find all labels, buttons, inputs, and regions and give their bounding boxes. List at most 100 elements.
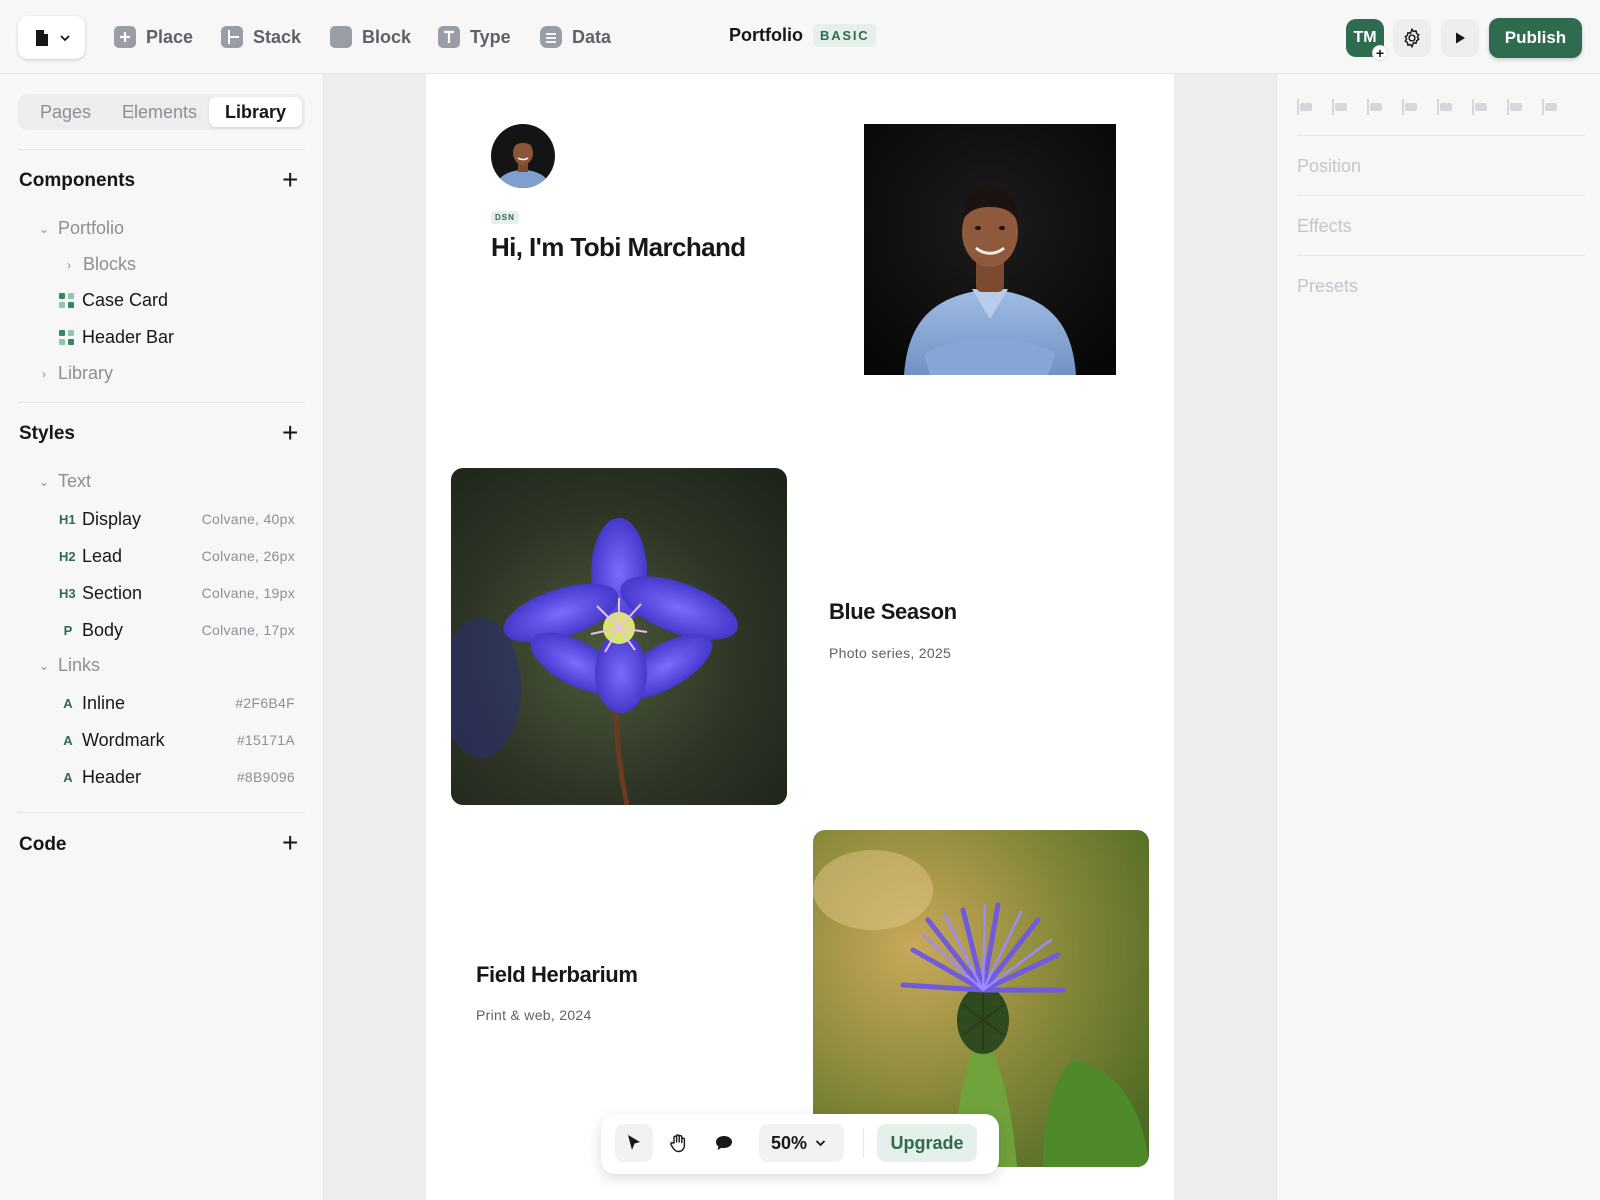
tree-item-library[interactable]: › Library (38, 363, 113, 384)
chevron-down-icon: ⌄ (38, 474, 50, 489)
zoom-value: 50% (771, 1132, 808, 1153)
style-tag: P (63, 622, 73, 638)
inspector-section-position[interactable]: Position (1297, 156, 1361, 177)
style-item-header[interactable]: A Header #8B9096 (59, 766, 295, 788)
avatar-initials: TM (1353, 29, 1377, 46)
plus-square-icon (114, 26, 136, 48)
tool-label: Block (362, 26, 412, 47)
style-item-body[interactable]: P Body Colvane, 17px (59, 619, 295, 641)
blue-season-image[interactable] (451, 468, 787, 805)
distribute-h-icon[interactable] (1507, 99, 1525, 115)
preview-play-button[interactable] (1441, 19, 1479, 57)
tree-item-header-bar[interactable]: Header Bar (59, 327, 174, 348)
style-tag: H2 (59, 548, 76, 564)
style-item-wordmark[interactable]: A Wordmark #15171A (59, 729, 295, 751)
align-bottom-icon[interactable] (1472, 99, 1490, 115)
divider (1297, 135, 1585, 136)
comment-tool-button[interactable] (705, 1124, 743, 1162)
style-item-display[interactable]: H1 Display Colvane, 40px (59, 508, 295, 530)
style-meta: Colvane, 26px (201, 548, 295, 564)
file-menu-button[interactable] (18, 16, 85, 59)
tree-item-links[interactable]: ⌄ Links (38, 655, 100, 676)
divider (863, 1128, 864, 1158)
style-tag: A (63, 769, 73, 785)
design-canvas[interactable]: DSN Hi, I'm Tobi Marchand Blue Season Ph… (324, 74, 1276, 1200)
hero-avatar[interactable] (491, 124, 555, 188)
align-top-icon[interactable] (1402, 99, 1420, 115)
divider (18, 402, 305, 403)
hero-badge: DSN (491, 211, 519, 224)
plan-badge: BASIC (813, 24, 877, 47)
tree-item-text[interactable]: ⌄ Text (38, 471, 91, 492)
tab-pages[interactable]: Pages (40, 94, 91, 130)
style-tag: A (63, 695, 73, 711)
tool-block[interactable]: Block (330, 24, 411, 50)
divider (1297, 195, 1585, 196)
style-tag: A (63, 732, 73, 748)
align-left-icon[interactable] (1297, 99, 1315, 115)
portrait-image[interactable] (864, 124, 1116, 375)
style-item-section[interactable]: H3 Section Colvane, 19px (59, 582, 295, 604)
style-item-lead[interactable]: H2 Lead Colvane, 26px (59, 545, 295, 567)
tool-place[interactable]: Place (114, 24, 193, 50)
hand-tool-button[interactable] (659, 1124, 697, 1162)
style-meta: #8B9096 (236, 769, 295, 785)
inspector-section-effects[interactable]: Effects (1297, 216, 1352, 237)
type-icon (438, 26, 460, 48)
comment-icon (716, 1136, 732, 1150)
hand-icon (670, 1134, 686, 1153)
tree-label: Links (58, 655, 101, 675)
project-title[interactable]: Field Herbarium (476, 962, 638, 988)
bottom-toolbar: 50% Upgrade (601, 1114, 999, 1174)
tree-label: Header Bar (82, 327, 175, 347)
tab-elements[interactable]: Elements (122, 94, 197, 130)
style-label: Body (82, 619, 124, 640)
tree-label: Text (58, 471, 92, 491)
publish-button[interactable]: Publish (1489, 18, 1582, 58)
project-title[interactable]: Blue Season (829, 599, 957, 625)
top-toolbar: Place Stack Block Type Data Portfolio BA… (0, 0, 1600, 74)
style-meta: Colvane, 40px (201, 511, 295, 527)
hero-title[interactable]: Hi, I'm Tobi Marchand (491, 232, 746, 263)
tree-label: Library (58, 363, 114, 383)
chevron-right-icon: › (42, 366, 46, 381)
style-meta: #2F6B4F (235, 695, 295, 711)
divider (1297, 255, 1585, 256)
tool-data[interactable]: Data (540, 24, 611, 50)
tool-type[interactable]: Type (438, 24, 511, 50)
components-heading: Components (19, 170, 136, 191)
style-label: Section (82, 582, 143, 603)
align-center-h-icon[interactable] (1332, 99, 1350, 115)
sidebar-tabs: Pages Elements Library (18, 94, 305, 130)
style-item-inline[interactable]: A Inline #2F6B4F (59, 692, 295, 714)
user-avatar[interactable]: TM + (1346, 19, 1388, 61)
component-icon (59, 330, 74, 345)
tree-item-blocks[interactable]: › Blocks (63, 254, 136, 275)
tree-item-case-card[interactable]: Case Card (59, 290, 168, 311)
tab-library[interactable]: Library (209, 97, 302, 127)
settings-button[interactable] (1393, 19, 1431, 57)
add-component-button[interactable]: + (282, 166, 298, 194)
align-right-icon[interactable] (1367, 99, 1385, 115)
chevron-down-icon: ⌄ (38, 221, 50, 236)
tree-item-portfolio[interactable]: ⌄ Portfolio (38, 218, 124, 239)
upgrade-button[interactable]: Upgrade (877, 1124, 977, 1162)
align-center-v-icon[interactable] (1437, 99, 1455, 115)
document-title[interactable]: Portfolio BASIC (729, 24, 877, 47)
add-code-button[interactable]: + (282, 829, 298, 857)
style-tag: H1 (59, 511, 76, 527)
project-subtitle: Photo series, 2025 (829, 645, 952, 661)
inspector-section-presets[interactable]: Presets (1297, 276, 1358, 297)
zoom-select[interactable]: 50% (759, 1124, 844, 1162)
select-tool-button[interactable] (615, 1124, 653, 1162)
play-icon (1456, 32, 1465, 44)
add-style-button[interactable]: + (282, 419, 298, 447)
invite-plus-icon[interactable]: + (1372, 45, 1388, 61)
style-meta: #15171A (236, 732, 295, 748)
code-heading: Code (19, 834, 67, 855)
doc-name: Portfolio (729, 25, 803, 45)
tool-stack[interactable]: Stack (221, 24, 301, 50)
distribute-v-icon[interactable] (1542, 99, 1560, 115)
page-frame[interactable]: DSN Hi, I'm Tobi Marchand Blue Season Ph… (426, 74, 1174, 1200)
style-label: Header (82, 766, 142, 787)
